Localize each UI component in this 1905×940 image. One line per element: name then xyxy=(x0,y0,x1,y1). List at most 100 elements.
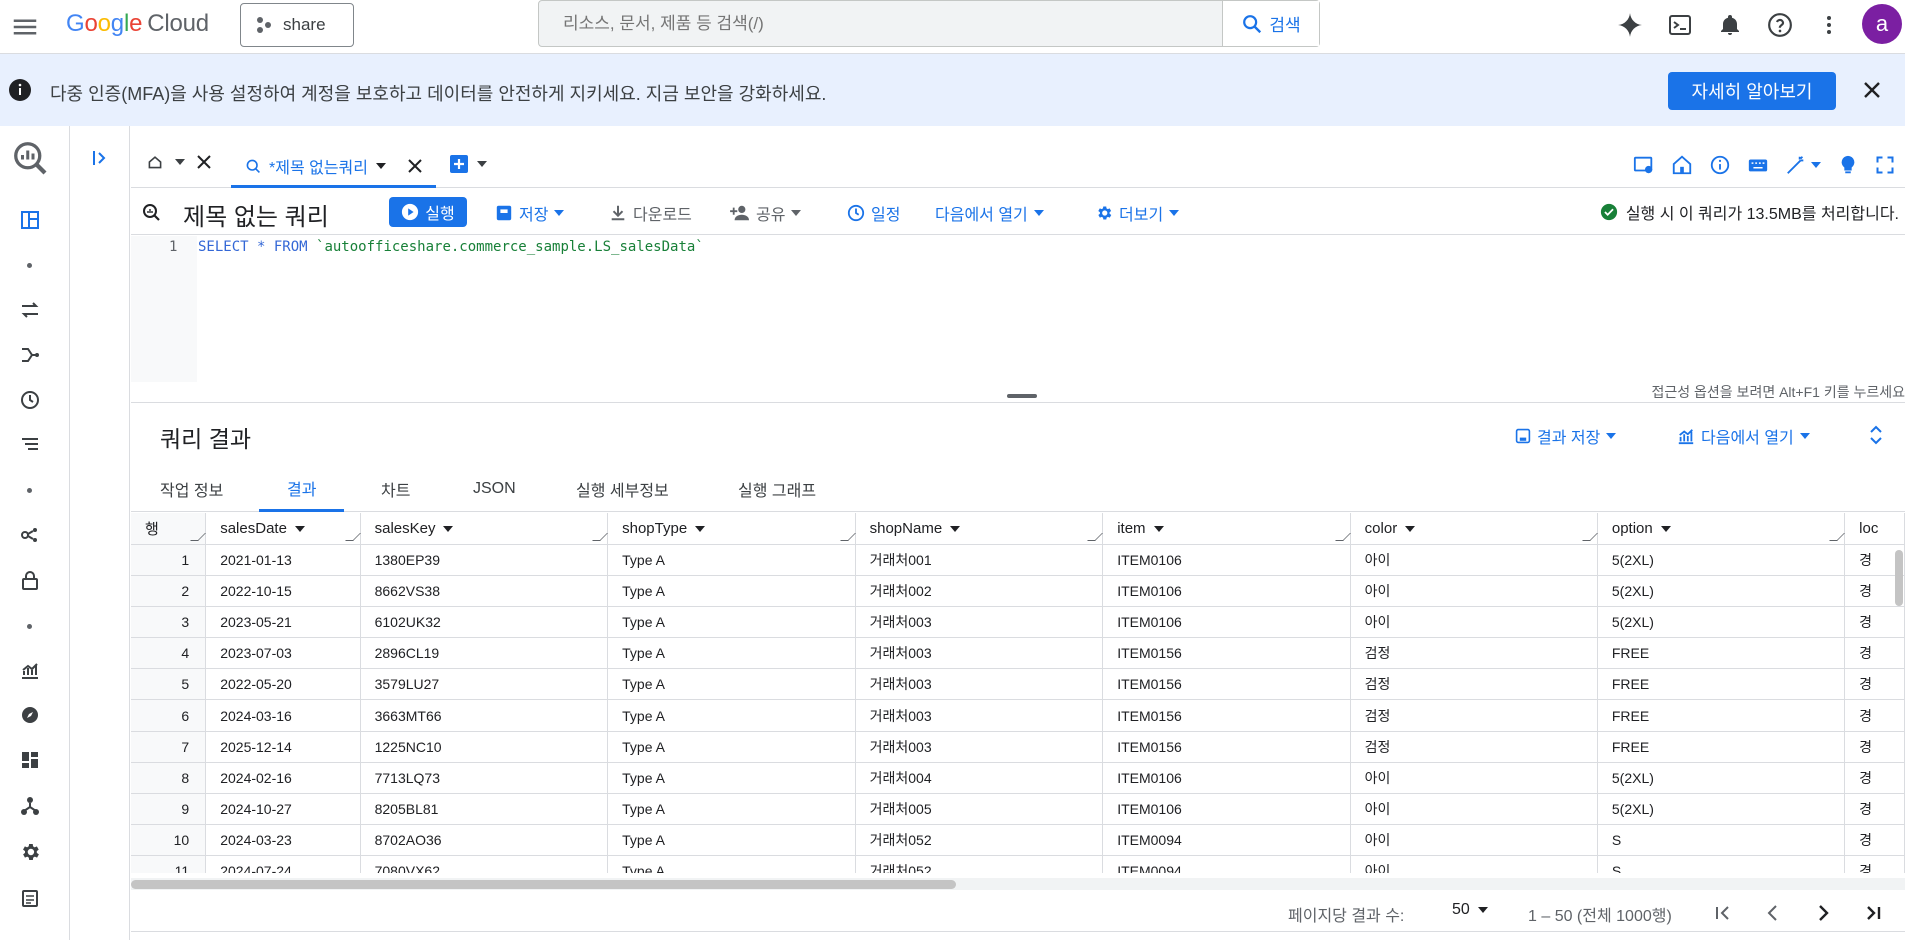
project-picker-button[interactable]: share xyxy=(240,3,354,47)
table-cell[interactable]: 2022-10-15 xyxy=(205,575,361,607)
nav-policy-tags[interactable] xyxy=(17,567,43,593)
account-avatar[interactable]: a xyxy=(1862,4,1902,44)
google-cloud-logo[interactable]: Google Cloud xyxy=(66,10,209,38)
table-cell[interactable]: Type A xyxy=(607,793,856,826)
next-page-button[interactable] xyxy=(1809,899,1837,927)
table-cell[interactable]: Type A xyxy=(607,762,856,795)
table-cell[interactable]: Type A xyxy=(607,824,856,857)
table-cell[interactable]: 2024-03-23 xyxy=(205,824,361,857)
nav-pipelines[interactable] xyxy=(17,342,43,368)
table-cell[interactable]: 경 xyxy=(1844,668,1905,701)
nav-studio[interactable] xyxy=(17,207,43,233)
table-row[interactable]: 6 2024-03-16 3663MT66 Type A 거래처003 ITEM0156 검… xyxy=(131,699,1905,732)
previous-page-button[interactable] xyxy=(1759,899,1787,927)
table-cell[interactable]: FREE xyxy=(1597,731,1846,763)
chevron-down-icon[interactable] xyxy=(477,159,487,169)
table-cell[interactable]: 2024-03-16 xyxy=(205,699,361,732)
fullscreen-icon[interactable] xyxy=(1875,155,1895,175)
table-cell[interactable]: ITEM0106 xyxy=(1102,762,1351,795)
table-cell[interactable]: S xyxy=(1597,824,1846,857)
search-button[interactable]: 검색 xyxy=(1222,1,1319,46)
table-cell[interactable]: 8702AO36 xyxy=(360,824,609,857)
chevron-down-icon[interactable] xyxy=(376,161,386,171)
nav-jobs[interactable] xyxy=(17,432,43,458)
home-tab[interactable] xyxy=(147,154,211,170)
table-cell[interactable]: 3663MT66 xyxy=(360,699,609,732)
column-resize-handle[interactable] xyxy=(1829,532,1846,541)
column-resize-handle[interactable] xyxy=(1581,532,1598,541)
nav-capacity[interactable] xyxy=(17,747,43,773)
table-cell[interactable]: 2021-01-13 xyxy=(205,544,361,576)
table-cell[interactable]: 6102UK32 xyxy=(360,606,609,639)
table-cell[interactable]: 아이 xyxy=(1350,575,1598,607)
column-header[interactable]: loc xyxy=(1844,513,1905,545)
column-resize-handle[interactable] xyxy=(190,532,207,541)
bigquery-logo[interactable] xyxy=(12,140,48,176)
table-cell[interactable]: 거래처003 xyxy=(855,606,1104,639)
table-cell[interactable]: Type A xyxy=(607,668,856,701)
nav-scheduled-queries[interactable] xyxy=(17,387,43,413)
close-icon[interactable] xyxy=(1860,78,1884,102)
per-page-select[interactable]: 50 xyxy=(1452,901,1488,919)
table-cell[interactable]: 1380EP39 xyxy=(360,544,609,576)
vertical-scrollbar-thumb[interactable] xyxy=(1895,550,1903,606)
table-cell[interactable]: ITEM0156 xyxy=(1102,731,1351,763)
column-header[interactable]: item xyxy=(1102,513,1351,545)
sort-arrow-icon[interactable] xyxy=(294,525,305,532)
more-options-button[interactable] xyxy=(1813,9,1845,41)
table-cell[interactable]: 5(2XL) xyxy=(1597,793,1846,826)
column-header[interactable]: color xyxy=(1350,513,1598,545)
table-cell[interactable]: ITEM0156 xyxy=(1102,668,1351,701)
table-cell[interactable]: ITEM0094 xyxy=(1102,855,1351,873)
column-header[interactable]: salesDate xyxy=(205,513,361,545)
table-cell[interactable]: 거래처003 xyxy=(855,668,1104,701)
sort-arrow-icon[interactable] xyxy=(443,525,454,532)
chevron-down-icon[interactable] xyxy=(175,157,185,167)
table-cell[interactable]: 8662VS38 xyxy=(360,575,609,607)
table-cell[interactable]: ITEM0106 xyxy=(1102,544,1351,576)
table-row[interactable]: 7 2025-12-14 1225NC10 Type A 거래처003 ITEM0156 검… xyxy=(131,731,1905,763)
table-cell[interactable]: 경 xyxy=(1844,731,1905,763)
table-cell[interactable]: 거래처003 xyxy=(855,637,1104,670)
table-cell[interactable]: 거래처003 xyxy=(855,731,1104,763)
table-cell[interactable]: Type A xyxy=(607,699,856,732)
table-cell[interactable]: Type A xyxy=(607,731,856,763)
table-row[interactable]: 11 2024-07-24 7080VX62 Type A 거래처052 ITEM0094… xyxy=(131,855,1905,873)
table-cell[interactable]: 경 xyxy=(1844,606,1905,639)
unfold-icon[interactable] xyxy=(1866,424,1886,446)
tab-json[interactable]: JSON xyxy=(473,466,516,512)
scrollbar-thumb[interactable] xyxy=(131,880,956,889)
table-cell[interactable]: 아이 xyxy=(1350,762,1598,795)
preview-icon[interactable] xyxy=(1633,154,1655,176)
table-cell[interactable]: 1225NC10 xyxy=(360,731,609,763)
table-cell[interactable]: 거래처052 xyxy=(855,855,1104,873)
learn-more-button[interactable]: 자세히 알아보기 xyxy=(1668,72,1836,110)
table-cell[interactable]: ITEM0106 xyxy=(1102,575,1351,607)
table-cell[interactable]: 아이 xyxy=(1350,855,1598,873)
save-button[interactable]: 저장 xyxy=(495,201,565,225)
table-cell[interactable]: Type A xyxy=(607,637,856,670)
run-button[interactable]: 실행 xyxy=(389,197,467,227)
table-cell[interactable]: 3579LU27 xyxy=(360,668,609,701)
cloud-shell-button[interactable] xyxy=(1664,9,1696,41)
table-cell[interactable]: 5(2XL) xyxy=(1597,762,1846,795)
column-resize-handle[interactable] xyxy=(839,532,856,541)
table-cell[interactable]: 경 xyxy=(1844,855,1905,873)
close-icon[interactable] xyxy=(197,155,211,169)
table-cell[interactable]: 검정 xyxy=(1350,731,1598,763)
table-cell[interactable]: Type A xyxy=(607,544,856,576)
table-cell[interactable]: 경 xyxy=(1844,699,1905,732)
table-cell[interactable]: FREE xyxy=(1597,668,1846,701)
table-cell[interactable]: Type A xyxy=(607,575,856,607)
table-row[interactable]: 9 2024-10-27 8205BL81 Type A 거래처005 ITEM0106 아… xyxy=(131,793,1905,826)
notifications-button[interactable] xyxy=(1714,9,1746,41)
table-row[interactable]: 4 2023-07-03 2896CL19 Type A 거래처003 ITEM0156 검… xyxy=(131,637,1905,670)
save-results-button[interactable]: 결과 저장 xyxy=(1515,424,1617,448)
row-number-header[interactable]: 행 xyxy=(131,513,207,545)
table-cell[interactable]: 거래처005 xyxy=(855,793,1104,826)
home-icon[interactable] xyxy=(1671,154,1693,176)
tab-execution-details[interactable]: 실행 세부정보 xyxy=(576,466,669,512)
table-row[interactable]: 3 2023-05-21 6102UK32 Type A 거래처003 ITEM0106 아… xyxy=(131,606,1905,639)
table-cell[interactable]: FREE xyxy=(1597,637,1846,670)
tab-job-info[interactable]: 작업 정보 xyxy=(160,466,223,512)
